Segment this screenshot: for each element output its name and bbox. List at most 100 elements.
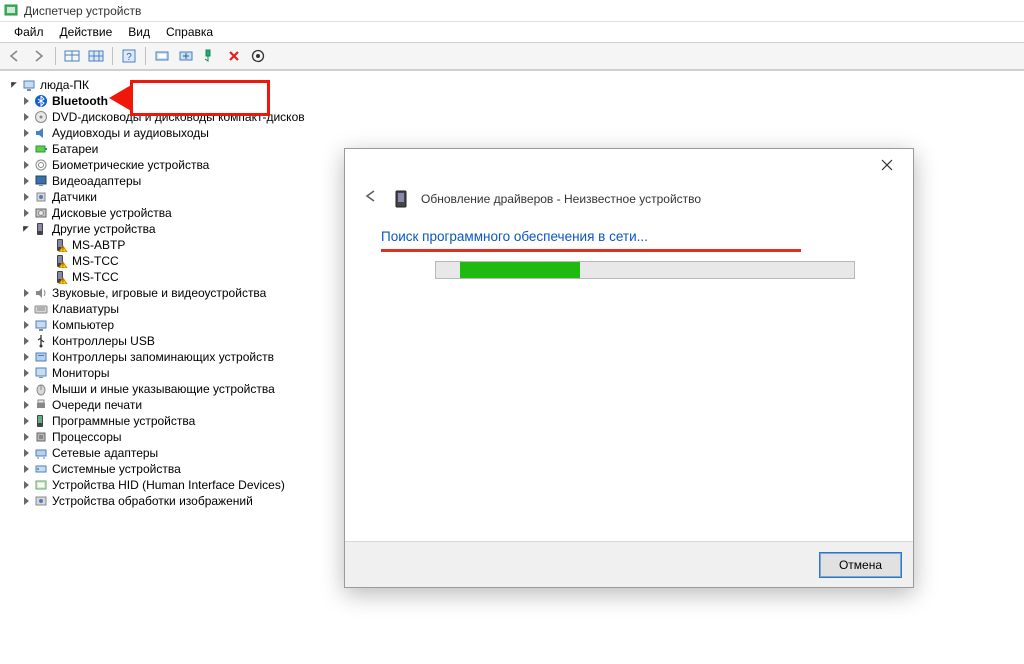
- close-button[interactable]: [865, 151, 909, 179]
- expand-icon[interactable]: [20, 303, 32, 315]
- tree-item-label: Контроллеры USB: [52, 334, 155, 348]
- tree-item-label: Процессоры: [52, 430, 122, 444]
- expand-icon[interactable]: [20, 191, 32, 203]
- disk-icon: [33, 205, 49, 221]
- expand-icon[interactable]: [20, 479, 32, 491]
- update-button[interactable]: [175, 45, 197, 67]
- tree-item-label: Мыши и иные указывающие устройства: [52, 382, 275, 396]
- expand-icon[interactable]: [20, 111, 32, 123]
- window-title: Диспетчер устройств: [24, 4, 141, 18]
- dialog-button-bar: Отмена: [345, 541, 913, 587]
- expand-icon[interactable]: [20, 463, 32, 475]
- sensor-icon: [33, 189, 49, 205]
- expand-icon[interactable]: [20, 367, 32, 379]
- enable-button[interactable]: [247, 45, 269, 67]
- back-arrow-icon[interactable]: [359, 185, 383, 212]
- expand-icon[interactable]: [20, 319, 32, 331]
- bt-icon: [33, 93, 49, 109]
- tree-item-label: Датчики: [52, 190, 97, 204]
- menu-help[interactable]: Справка: [158, 23, 221, 41]
- device-icon: [395, 190, 409, 208]
- expand-icon[interactable]: [20, 287, 32, 299]
- sys-icon: [33, 461, 49, 477]
- expand-icon[interactable]: [20, 335, 32, 347]
- expand-icon[interactable]: [20, 175, 32, 187]
- warn-icon: !: [53, 269, 69, 285]
- audio-icon: [33, 125, 49, 141]
- tree-item-label: Устройства обработки изображений: [52, 494, 253, 508]
- help-button[interactable]: ?: [118, 45, 140, 67]
- tree-item-label: Клавиатуры: [52, 302, 119, 316]
- separator: [145, 47, 146, 65]
- forward-button[interactable]: [28, 45, 50, 67]
- uninstall-button[interactable]: [199, 45, 221, 67]
- tree-item-label: Контроллеры запоминающих устройств: [52, 350, 274, 364]
- tree-item-label: Батареи: [52, 142, 98, 156]
- svg-text:?: ?: [126, 52, 132, 63]
- sound-icon: [33, 285, 49, 301]
- tree-item-label: Аудиовходы и аудиовыходы: [52, 126, 209, 140]
- warn-icon: !: [53, 237, 69, 253]
- expand-icon[interactable]: [20, 351, 32, 363]
- cancel-button[interactable]: Отмена: [820, 553, 901, 577]
- tree-item[interactable]: Bluetooth: [2, 93, 1022, 109]
- tree-item-label: Системные устройства: [52, 462, 181, 476]
- spacer: [40, 271, 52, 283]
- expand-icon[interactable]: [20, 431, 32, 443]
- menubar: Файл Действие Вид Справка: [0, 22, 1024, 42]
- expand-icon[interactable]: [20, 95, 32, 107]
- separator: [55, 47, 56, 65]
- toolbar: ?: [0, 42, 1024, 70]
- collapse-icon[interactable]: [8, 79, 20, 91]
- monitor-icon: [33, 365, 49, 381]
- tree-item[interactable]: люда-ПК: [2, 77, 1022, 93]
- back-button[interactable]: [4, 45, 26, 67]
- expand-icon[interactable]: [20, 127, 32, 139]
- annotation-underline: [381, 249, 801, 252]
- expand-icon[interactable]: [20, 207, 32, 219]
- menu-file[interactable]: Файл: [6, 23, 52, 41]
- tree-item-label: Мониторы: [52, 366, 109, 380]
- tree-item[interactable]: DVD-дисководы и дисководы компакт-дисков: [2, 109, 1022, 125]
- menu-action[interactable]: Действие: [52, 23, 121, 41]
- img-icon: [33, 493, 49, 509]
- unknown-icon: [33, 221, 49, 237]
- bio-icon: [33, 157, 49, 173]
- tree-item-label: Биометрические устройства: [52, 158, 209, 172]
- tree-item-label: Дисковые устройства: [52, 206, 172, 220]
- tree-item-label: Очереди печати: [52, 398, 142, 412]
- tree-item[interactable]: Аудиовходы и аудиовыходы: [2, 125, 1022, 141]
- tree-item-label: MS-TCC: [72, 270, 119, 284]
- expand-icon[interactable]: [20, 159, 32, 171]
- expand-icon[interactable]: [20, 495, 32, 507]
- show-hidden-button[interactable]: [61, 45, 83, 67]
- driver-update-dialog: Обновление драйверов - Неизвестное устро…: [344, 148, 914, 588]
- grid-button[interactable]: [85, 45, 107, 67]
- disable-button[interactable]: [223, 45, 245, 67]
- print-icon: [33, 397, 49, 413]
- collapse-icon[interactable]: [20, 223, 32, 235]
- scan-button[interactable]: [151, 45, 173, 67]
- mouse-icon: [33, 381, 49, 397]
- net-icon: [33, 445, 49, 461]
- tree-item-label: Bluetooth: [52, 94, 108, 108]
- display-icon: [33, 173, 49, 189]
- tree-item-label: DVD-дисководы и дисководы компакт-дисков: [52, 110, 305, 124]
- expand-icon[interactable]: [20, 143, 32, 155]
- titlebar: Диспетчер устройств: [0, 0, 1024, 22]
- expand-icon[interactable]: [20, 383, 32, 395]
- expand-icon[interactable]: [20, 415, 32, 427]
- kbd-icon: [33, 301, 49, 317]
- tree-item-label: Устройства HID (Human Interface Devices): [52, 478, 285, 492]
- tree-item-label: Компьютер: [52, 318, 114, 332]
- progress-bar: [435, 261, 855, 279]
- tree-item-label: Видеоадаптеры: [52, 174, 141, 188]
- pc-icon: [21, 77, 37, 93]
- cpu-icon: [33, 429, 49, 445]
- expand-icon[interactable]: [20, 447, 32, 459]
- hid-icon: [33, 477, 49, 493]
- expand-icon[interactable]: [20, 399, 32, 411]
- dialog-title: Обновление драйверов - Неизвестное устро…: [421, 192, 701, 206]
- spacer: [40, 239, 52, 251]
- menu-view[interactable]: Вид: [120, 23, 158, 41]
